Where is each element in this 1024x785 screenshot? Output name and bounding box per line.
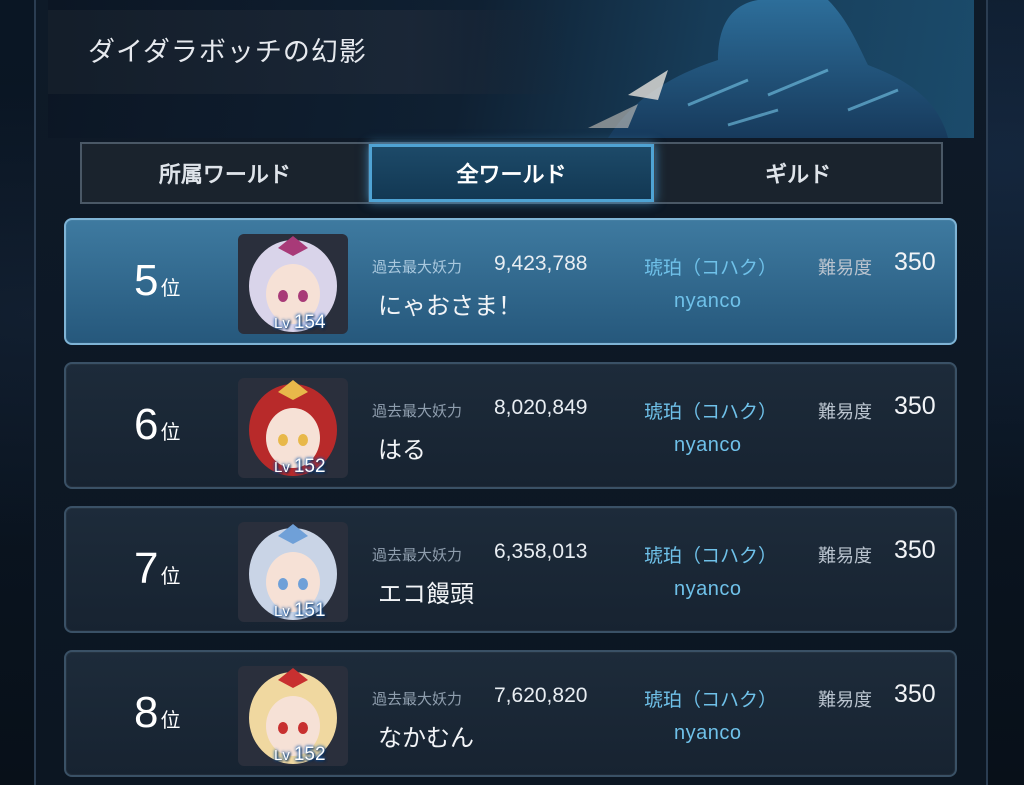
power-label: 過去最大妖力 — [372, 402, 463, 420]
level-value: 152 — [293, 456, 326, 477]
rank-position: 6位 — [134, 400, 180, 450]
rank-suffix: 位 — [160, 420, 181, 444]
guild-name: nyanco — [674, 290, 742, 312]
rank-position: 7位 — [134, 544, 180, 594]
rank-position: 8位 — [134, 688, 180, 738]
difficulty-label: 難易度 — [818, 402, 872, 423]
level-prefix: Lv — [274, 315, 290, 332]
tab-guild[interactable]: ギルド — [655, 144, 941, 202]
player-level: Lv 152 — [274, 744, 326, 766]
power-label: 過去最大妖力 — [372, 546, 463, 564]
player-name: にゃおさま！ — [378, 292, 522, 320]
power-value: 9,423,788 — [494, 252, 588, 275]
power-label: 過去最大妖力 — [372, 690, 463, 708]
difficulty-label: 難易度 — [818, 690, 872, 711]
rank-number: 7 — [134, 544, 159, 593]
guild-name: nyanco — [674, 722, 742, 744]
difficulty-value: 350 — [894, 248, 936, 276]
level-value: 152 — [293, 744, 326, 765]
difficulty-value: 350 — [894, 680, 936, 708]
rank-position: 5位 — [134, 256, 180, 306]
ranking-tabs: 所属ワールド 全ワールド ギルド — [80, 142, 943, 204]
world-name: 琥珀（コハク） — [644, 257, 778, 279]
page-title: ダイダラボッチの幻影 — [88, 37, 367, 68]
world-name: 琥珀（コハク） — [644, 545, 778, 567]
level-value: 154 — [293, 312, 326, 333]
ranking-row[interactable]: 6位 Lv 152 過去最大妖力 8,020,849 はる 琥珀（コハク） nya… — [64, 362, 957, 489]
tab-own-world[interactable]: 所属ワールド — [82, 144, 369, 202]
power-value: 6,358,013 — [494, 540, 588, 563]
rank-suffix: 位 — [160, 708, 181, 732]
difficulty-label: 難易度 — [818, 546, 872, 567]
world-name: 琥珀（コハク） — [644, 401, 778, 423]
level-prefix: Lv — [274, 747, 290, 764]
player-level: Lv 151 — [274, 600, 326, 622]
boss-art — [588, 0, 948, 138]
difficulty-label: 難易度 — [818, 258, 872, 279]
level-prefix: Lv — [274, 459, 290, 476]
player-level: Lv 152 — [274, 456, 326, 478]
power-label: 過去最大妖力 — [372, 258, 463, 276]
rank-suffix: 位 — [160, 276, 181, 300]
guild-name: nyanco — [674, 434, 742, 456]
rank-suffix: 位 — [160, 564, 181, 588]
difficulty-value: 350 — [894, 536, 936, 564]
rank-number: 6 — [134, 400, 159, 449]
ranking-row[interactable]: 8位 Lv 152 過去最大妖力 7,620,820 なかむん 琥珀（コハク） n… — [64, 650, 957, 777]
level-prefix: Lv — [274, 603, 290, 620]
level-value: 151 — [293, 600, 326, 621]
player-name: エコ饅頭 — [378, 580, 474, 608]
tab-all-worlds[interactable]: 全ワールド — [368, 144, 656, 202]
player-name: はる — [378, 436, 426, 464]
ranking-row[interactable]: 7位 Lv 151 過去最大妖力 6,358,013 エコ饅頭 琥珀（コハク） n… — [64, 506, 957, 633]
ranking-row[interactable]: 5位 Lv 154 過去最大妖力 9,423,788 にゃおさま！ 琥珀（コハク）… — [64, 218, 957, 345]
boss-header: ダイダラボッチの幻影 — [48, 0, 974, 138]
guild-name: nyanco — [674, 578, 742, 600]
power-value: 7,620,820 — [494, 684, 588, 707]
world-name: 琥珀（コハク） — [644, 689, 778, 711]
power-value: 8,020,849 — [494, 396, 588, 419]
rank-number: 5 — [134, 256, 159, 305]
player-level: Lv 154 — [274, 312, 326, 334]
difficulty-value: 350 — [894, 392, 936, 420]
player-name: なかむん — [378, 724, 474, 752]
rank-number: 8 — [134, 688, 159, 737]
